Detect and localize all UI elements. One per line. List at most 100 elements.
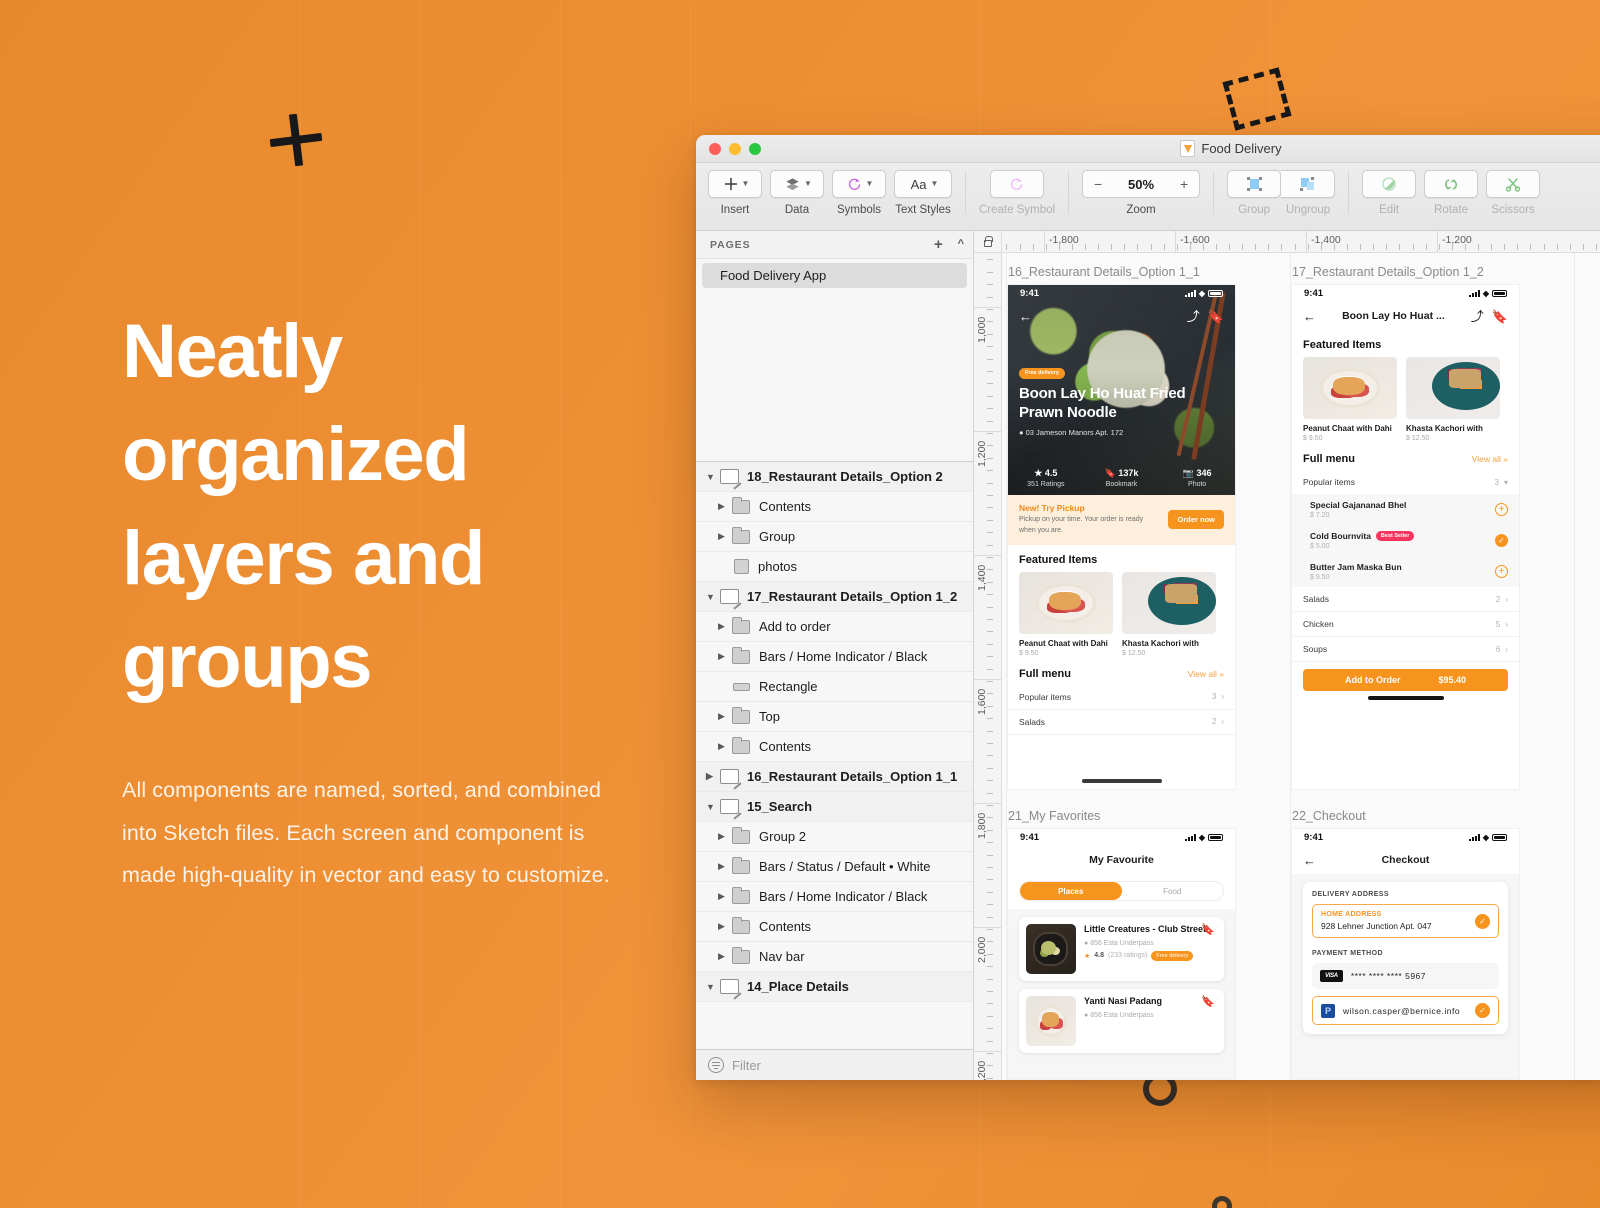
layer-row[interactable]: Bars / Status / Default • White	[696, 852, 973, 882]
filter-input[interactable]: Filter	[732, 1058, 761, 1073]
disclosure-closed-icon[interactable]	[718, 711, 732, 722]
disclosure-closed-icon[interactable]	[718, 501, 732, 512]
disclosure-closed-icon[interactable]	[718, 951, 732, 962]
disclosure-closed-icon[interactable]	[718, 741, 732, 752]
disclosure-closed-icon[interactable]	[706, 771, 720, 782]
bookmark-icon[interactable]: 🔖	[1492, 310, 1508, 323]
home-address-option[interactable]: HOME ADDRESS 928 Lehner Junction Apt. 04…	[1312, 904, 1499, 938]
page-item-food-delivery-app[interactable]: Food Delivery App	[702, 263, 967, 288]
layer-artboard-row[interactable]: 16_Restaurant Details_Option 1_1	[696, 762, 973, 792]
artboard-22-label[interactable]: 22_Checkout	[1292, 809, 1519, 823]
popular-items-row[interactable]: Popular items 3 ▾	[1292, 470, 1519, 494]
popular-item[interactable]: Special Gajananad Bhel $ 7.20 +	[1292, 494, 1519, 525]
layer-artboard-row[interactable]: 17_Restaurant Details_Option 1_2	[696, 582, 973, 612]
disclosure-open-icon[interactable]	[706, 592, 720, 602]
view-all-link[interactable]: View all »	[1188, 669, 1224, 679]
menu-row[interactable]: Popular items 3 ›	[1008, 685, 1235, 710]
ruler-corner[interactable]	[974, 231, 1002, 253]
artboard-21[interactable]: 21_My Favorites 9:41 ◆ My Favourite Plac…	[1008, 809, 1235, 1079]
canvas[interactable]: 16_Restaurant Details_Option 1_1 9:41 ◆ …	[1002, 253, 1600, 1080]
layer-row[interactable]: Bars / Home Indicator / Black	[696, 642, 973, 672]
vertical-ruler[interactable]: 1,000 1,200 1,400 1,600 1,800 2,000 2,200	[974, 253, 1002, 1080]
layer-row[interactable]: Rectangle	[696, 672, 973, 702]
toolbar-item-insert[interactable]: ▼ Insert	[708, 170, 762, 216]
disclosure-closed-icon[interactable]	[718, 831, 732, 842]
artboard-16[interactable]: 16_Restaurant Details_Option 1_1 9:41 ◆ …	[1008, 265, 1235, 789]
layer-row[interactable]: Contents	[696, 492, 973, 522]
zoom-out-button[interactable]: −	[1083, 177, 1113, 191]
popular-item[interactable]: Butter Jam Maska Bun $ 9.50 +	[1292, 556, 1519, 587]
tab-food[interactable]: Food	[1122, 882, 1224, 900]
artboard-17-screen[interactable]: 9:41 ◆ ← Boon Lay Ho Huat ... ⤴ 🔖 Featur…	[1292, 285, 1519, 789]
layer-row[interactable]: photos	[696, 552, 973, 582]
favorite-card[interactable]: Yanti Nasi Padang ● 856 Esta Underpass 🔖	[1019, 989, 1224, 1053]
layer-artboard-row[interactable]: 14_Place Details	[696, 972, 973, 1002]
disclosure-closed-icon[interactable]	[718, 651, 732, 662]
bookmark-icon[interactable]: 🔖	[1201, 923, 1215, 936]
layer-row[interactable]: Add to order	[696, 612, 973, 642]
back-button[interactable]: ←	[1019, 310, 1032, 323]
favorites-tabs[interactable]: Places Food	[1019, 881, 1224, 901]
featured-item[interactable]: Khasta Kachori with $ 12.50	[1122, 571, 1216, 657]
add-item-button[interactable]: +	[1495, 565, 1508, 578]
order-now-button[interactable]: Order now	[1168, 510, 1224, 530]
layer-filter-bar[interactable]: Filter	[696, 1049, 973, 1080]
menu-row[interactable]: Salads 2 ›	[1008, 710, 1235, 735]
layer-artboard-row[interactable]: 18_Restaurant Details_Option 2	[696, 462, 973, 492]
share-icon[interactable]: ⤴	[1471, 310, 1484, 323]
toolbar-item-rotate[interactable]: Rotate	[1424, 170, 1479, 216]
share-icon[interactable]: ⤴	[1187, 310, 1200, 323]
featured-item[interactable]: Peanut Chaat with Dahi $ 9.50	[1019, 571, 1113, 657]
add-item-button[interactable]: +	[1495, 503, 1508, 516]
bookmark-icon[interactable]: 🔖	[1201, 995, 1215, 1008]
toolbar-item-edit[interactable]: Edit	[1362, 170, 1417, 216]
artboard-17-label[interactable]: 17_Restaurant Details_Option 1_2	[1292, 265, 1519, 279]
artboard-22[interactable]: 22_Checkout 9:41 ◆ ← Checkout DELIVERY A…	[1292, 809, 1519, 1079]
disclosure-closed-icon[interactable]	[718, 621, 732, 632]
artboard-21-screen[interactable]: 9:41 ◆ My Favourite Places Food Little C…	[1008, 829, 1235, 1079]
disclosure-closed-icon[interactable]	[718, 861, 732, 872]
add-page-icon[interactable]: +	[934, 237, 944, 252]
view-all-link[interactable]: View all »	[1472, 454, 1508, 464]
bookmark-icon[interactable]: 🔖	[1208, 310, 1224, 323]
layer-artboard-row[interactable]: 15_Search	[696, 792, 973, 822]
disclosure-closed-icon[interactable]	[718, 921, 732, 932]
layer-row[interactable]: Contents	[696, 732, 973, 762]
menu-row[interactable]: Soups 6 ›	[1292, 637, 1519, 662]
horizontal-ruler[interactable]: -1,800 -1,600 -1,400 -1,200	[1002, 231, 1600, 253]
artboard-21-label[interactable]: 21_My Favorites	[1008, 809, 1235, 823]
layer-row[interactable]: Group 2	[696, 822, 973, 852]
disclosure-open-icon[interactable]	[706, 802, 720, 812]
layer-row[interactable]: Bars / Home Indicator / Black	[696, 882, 973, 912]
disclosure-closed-icon[interactable]	[718, 531, 732, 542]
layer-row[interactable]: Contents	[696, 912, 973, 942]
zoom-in-button[interactable]: +	[1169, 177, 1199, 191]
artboard-16-screen[interactable]: 9:41 ◆ ← ⤴ 🔖 Free delivery Boon Lay Ho H…	[1008, 285, 1235, 789]
toolbar-item-create-symbol[interactable]: Create Symbol	[979, 170, 1055, 216]
layer-row[interactable]: Top	[696, 702, 973, 732]
toolbar-item-zoom[interactable]: − 50% + Zoom	[1082, 170, 1201, 216]
favorite-card[interactable]: Little Creatures - Club Street ● 856 Est…	[1019, 917, 1224, 981]
menu-row[interactable]: Salads 2 ›	[1292, 587, 1519, 612]
visa-card-option[interactable]: VISA **** **** **** 5967	[1312, 963, 1499, 989]
chevron-up-icon[interactable]: ^	[958, 239, 965, 250]
toolbar-item-symbols[interactable]: ▼ Symbols	[832, 170, 886, 216]
back-button[interactable]: ←	[1303, 854, 1316, 867]
toolbar-item-text-styles[interactable]: Aa ▼ Text Styles	[894, 170, 952, 216]
disclosure-open-icon[interactable]	[706, 982, 720, 992]
layer-row[interactable]: Group	[696, 522, 973, 552]
toolbar-item-scissors[interactable]: Scissors	[1486, 170, 1541, 216]
back-button[interactable]: ←	[1303, 310, 1316, 323]
paypal-option[interactable]: wilson.casper@bernice.info ✓	[1312, 996, 1499, 1025]
featured-item[interactable]: Khasta Kachori with $ 12.50	[1406, 357, 1500, 442]
featured-item[interactable]: Peanut Chaat with Dahi $ 9.50	[1303, 357, 1397, 442]
item-added-check-icon[interactable]: ✓	[1495, 534, 1508, 547]
menu-row[interactable]: Chicken 5 ›	[1292, 612, 1519, 637]
popular-item[interactable]: Cold Bournvita Best Seller $ 5.00 ✓	[1292, 525, 1519, 556]
toolbar-item-ungroup[interactable]: Ungroup	[1281, 170, 1336, 216]
artboard-16-label[interactable]: 16_Restaurant Details_Option 1_1	[1008, 265, 1235, 279]
layer-row[interactable]: Nav bar	[696, 942, 973, 972]
tab-places[interactable]: Places	[1020, 882, 1122, 900]
toolbar-item-group[interactable]: Group	[1227, 170, 1282, 216]
disclosure-closed-icon[interactable]	[718, 891, 732, 902]
